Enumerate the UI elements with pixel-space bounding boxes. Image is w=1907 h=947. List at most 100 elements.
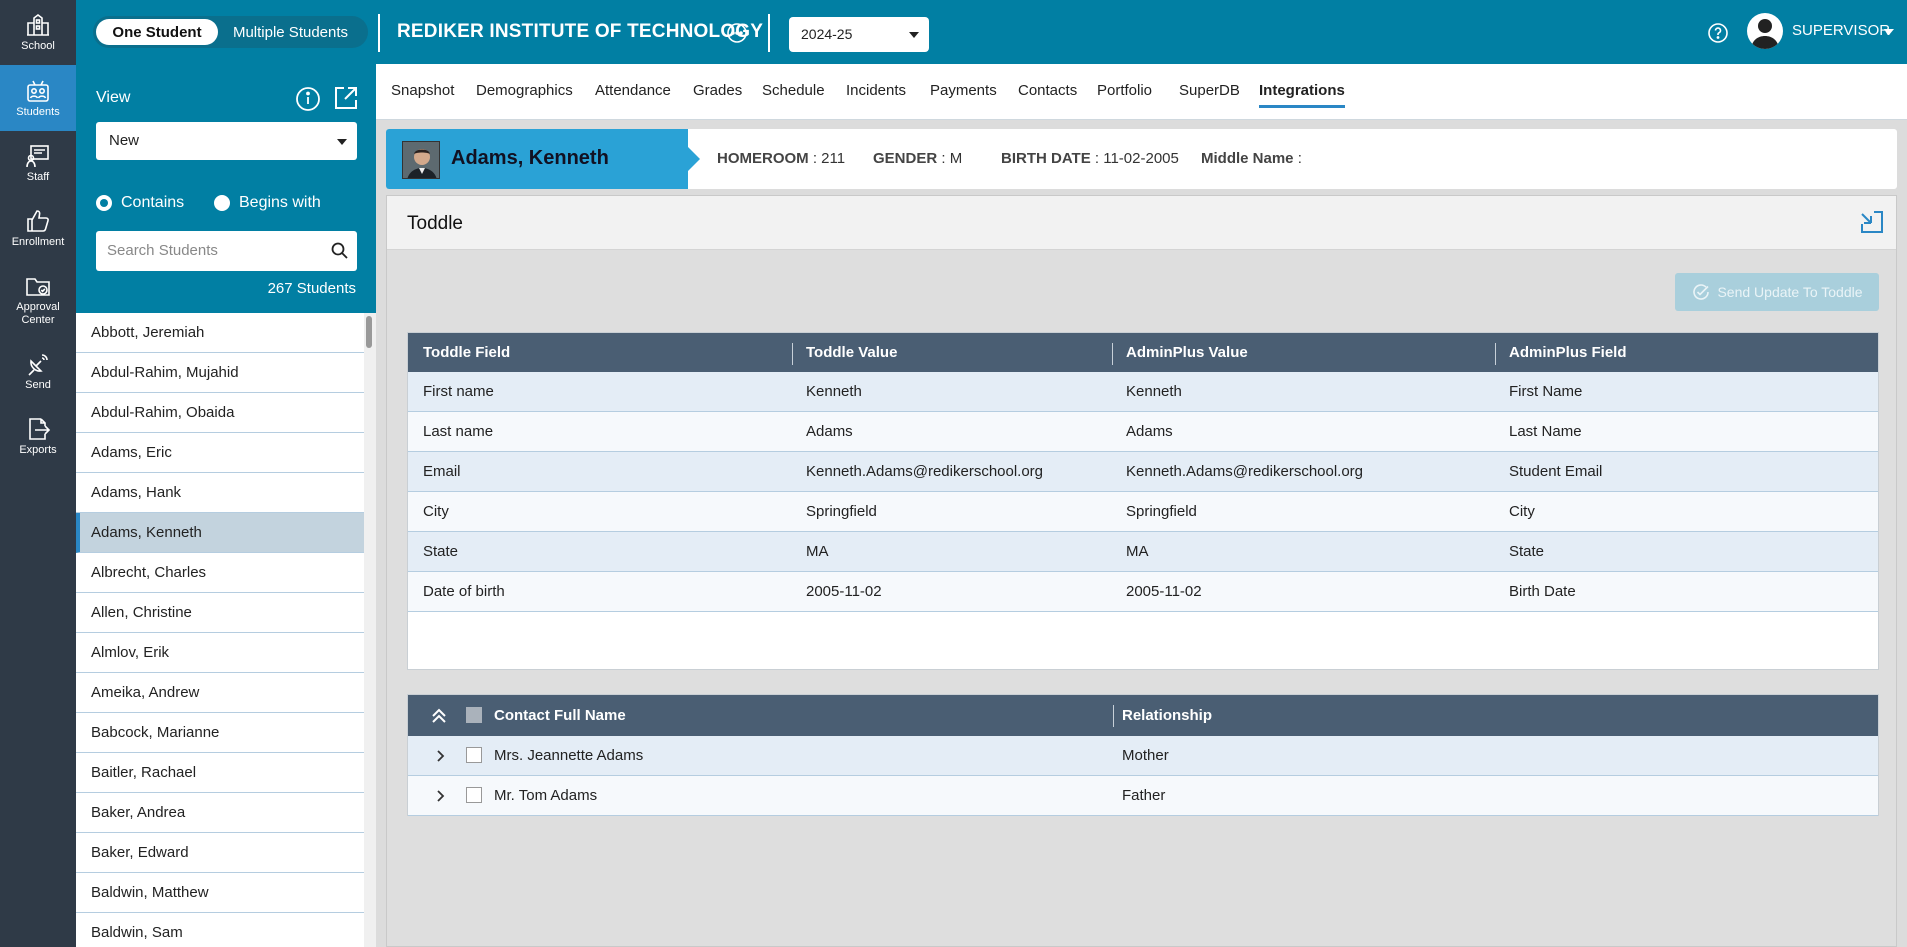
begins-with-radio[interactable]: Begins with <box>214 194 321 212</box>
student-search <box>96 231 357 271</box>
tab-demographics[interactable]: Demographics <box>476 82 573 105</box>
tab-portfolio[interactable]: Portfolio <box>1097 82 1152 105</box>
column-header[interactable]: Toddle Value <box>806 344 897 361</box>
row-checkbox[interactable] <box>466 787 482 803</box>
column-header[interactable]: AdminPlus Field <box>1509 344 1627 361</box>
table-cell: Springfield <box>806 503 877 520</box>
tab-grades[interactable]: Grades <box>693 82 742 105</box>
chevron-down-icon <box>337 139 347 145</box>
table-row[interactable]: City Springfield Springfield City <box>408 492 1878 532</box>
school-year-select[interactable]: 2024-25 <box>789 17 929 52</box>
table-row[interactable]: State MA MA State <box>408 532 1878 572</box>
staff-icon <box>26 145 49 168</box>
student-list-item[interactable]: Ameika, Andrew <box>76 673 364 713</box>
student-list-item[interactable]: Albrecht, Charles <box>76 553 364 593</box>
column-header[interactable]: Contact Full Name <box>494 707 626 724</box>
tab-integrations[interactable]: Integrations <box>1259 82 1345 108</box>
table-cell: City <box>423 503 449 520</box>
topbar-divider <box>378 14 380 52</box>
row-checkbox[interactable] <box>466 747 482 763</box>
student-list-item[interactable]: Babcock, Marianne <box>76 713 364 753</box>
table-row[interactable]: Date of birth 2005-11-02 2005-11-02 Birt… <box>408 572 1878 612</box>
send-update-button[interactable]: Send Update To Toddle <box>1675 273 1879 311</box>
contains-label: Contains <box>121 194 185 211</box>
tab-payments[interactable]: Payments <box>930 82 997 105</box>
collapse-window-icon[interactable] <box>1858 208 1886 236</box>
field-mapping-table: Toddle Field Toddle Value AdminPlus Valu… <box>407 332 1879 670</box>
student-list-item[interactable]: Baldwin, Sam <box>76 913 364 947</box>
student-list-item[interactable]: Baker, Andrea <box>76 793 364 833</box>
student-list-item[interactable]: Abbott, Jeremiah <box>76 313 364 353</box>
contacts-table: Contact Full Name Relationship Mrs. Jean… <box>407 694 1879 816</box>
student-list-item[interactable]: Baldwin, Matthew <box>76 873 364 913</box>
student-list-item[interactable]: Baker, Edward <box>76 833 364 873</box>
view-select[interactable]: New <box>96 122 357 160</box>
table-row[interactable]: Mr. Tom Adams Father <box>408 776 1878 816</box>
scrollbar-thumb[interactable] <box>366 316 372 348</box>
help-icon[interactable] <box>1707 22 1729 44</box>
table-cell: 2005-11-02 <box>806 583 882 600</box>
table-cell: Date of birth <box>423 583 505 600</box>
table-row[interactable]: Mrs. Jeannette Adams Mother <box>408 736 1878 776</box>
nav-exports[interactable]: Exports <box>0 404 76 469</box>
info-icon[interactable] <box>295 86 321 112</box>
student-photo-icon <box>403 142 439 178</box>
student-list-item[interactable]: Abdul-Rahim, Mujahid <box>76 353 364 393</box>
student-list-item[interactable]: Almlov, Erik <box>76 633 364 673</box>
thumbs-up-icon <box>27 210 49 232</box>
one-student-button[interactable]: One Student <box>96 19 218 45</box>
student-list-item[interactable]: Abdul-Rahim, Obaida <box>76 393 364 433</box>
nav-approval-center[interactable]: Approval Center <box>0 261 76 339</box>
column-header[interactable]: Toddle Field <box>423 344 510 361</box>
contains-radio[interactable]: Contains <box>96 194 184 212</box>
student-list-item[interactable]: Adams, Eric <box>76 433 364 473</box>
column-header[interactable]: Relationship <box>1122 707 1212 724</box>
more-options-icon[interactable] <box>726 22 748 44</box>
select-all-checkbox[interactable] <box>466 707 482 723</box>
school-name: REDIKER INSTITUTE OF TECHNOLOGY <box>397 21 764 42</box>
collapse-all-icon[interactable] <box>430 707 448 725</box>
student-name: Adams, Kenneth <box>451 147 609 169</box>
student-list-item[interactable]: Adams, Hank <box>76 473 364 513</box>
gender-label: GENDER <box>873 150 938 167</box>
search-icon[interactable] <box>331 242 348 259</box>
topbar-divider <box>768 14 770 52</box>
tab-schedule[interactable]: Schedule <box>762 82 825 105</box>
nav-students[interactable]: Students <box>0 65 76 131</box>
table-cell: Last Name <box>1509 423 1582 440</box>
user-name[interactable]: SUPERVISOR <box>1792 22 1890 39</box>
student-list-scrollbar[interactable] <box>364 313 376 947</box>
multiple-students-button[interactable]: Multiple Students <box>218 19 363 45</box>
nav-approval-label-2: Center <box>21 314 55 326</box>
table-row[interactable]: First name Kenneth Kenneth First Name <box>408 372 1878 412</box>
homeroom-value: : 211 <box>812 150 846 167</box>
tab-superdb[interactable]: SuperDB <box>1179 82 1240 105</box>
tab-attendance[interactable]: Attendance <box>595 82 671 105</box>
tab-snapshot[interactable]: Snapshot <box>391 82 454 105</box>
nav-enrollment[interactable]: Enrollment <box>0 196 76 261</box>
nav-staff[interactable]: Staff <box>0 131 76 196</box>
column-header[interactable]: AdminPlus Value <box>1126 344 1248 361</box>
user-menu-chevron-icon[interactable] <box>1884 29 1894 35</box>
tab-incidents[interactable]: Incidents <box>846 82 906 105</box>
nav-school[interactable]: School <box>0 0 76 65</box>
birth-date-label: BIRTH DATE <box>1001 150 1091 167</box>
table-cell: Adams <box>806 423 853 440</box>
tab-contacts[interactable]: Contacts <box>1018 82 1077 105</box>
table-row[interactable]: Last name Adams Adams Last Name <box>408 412 1878 452</box>
popout-icon[interactable] <box>332 84 360 112</box>
search-students-input[interactable] <box>96 231 311 269</box>
birth-date-field: BIRTH DATE : 11-02-2005 <box>1001 150 1179 167</box>
student-list-item-selected[interactable]: Adams, Kenneth <box>76 513 364 553</box>
chevron-right-icon[interactable] <box>433 749 447 763</box>
table-cell: Mrs. Jeannette Adams <box>494 747 644 764</box>
user-avatar[interactable] <box>1747 13 1783 49</box>
table-cell: Kenneth.Adams@redikerschool.org <box>1126 463 1364 480</box>
table-cell: State <box>1509 543 1545 560</box>
chevron-right-icon[interactable] <box>433 789 447 803</box>
nav-send[interactable]: Send <box>0 339 76 404</box>
table-cell: Birth Date <box>1509 583 1576 600</box>
student-list-item[interactable]: Baitler, Rachael <box>76 753 364 793</box>
student-list-item[interactable]: Allen, Christine <box>76 593 364 633</box>
table-row[interactable]: Email Kenneth.Adams@redikerschool.org Ke… <box>408 452 1878 492</box>
